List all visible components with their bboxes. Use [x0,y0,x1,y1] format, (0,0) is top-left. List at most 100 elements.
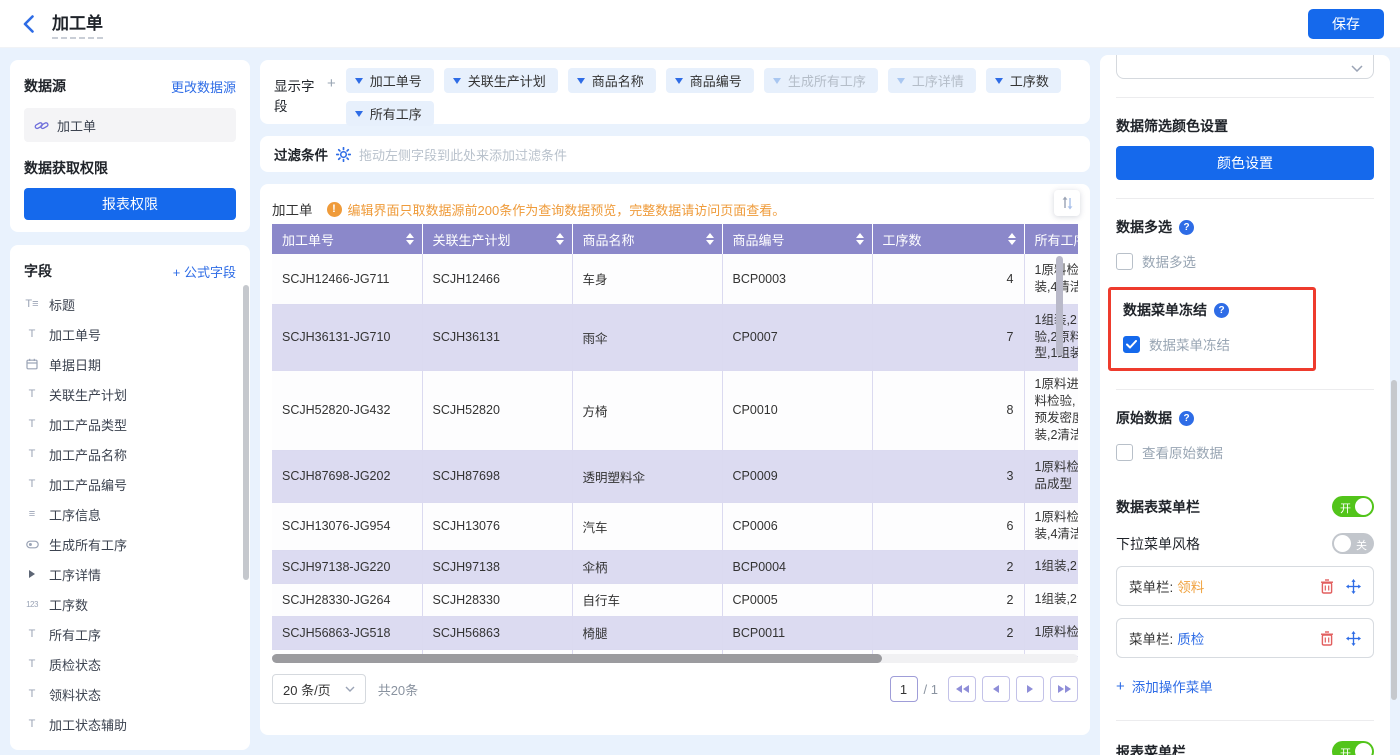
checkbox-label: 数据菜单冻结 [1149,334,1230,354]
add-action-menu-link[interactable]: + 添加操作菜单 [1116,676,1374,696]
col-header-label: 加工单号 [282,233,334,248]
report-permission-button[interactable]: 报表权限 [24,188,236,220]
col-header-plan[interactable]: 关联生产计划 [422,224,572,254]
question-icon[interactable]: ? [1179,220,1194,235]
color-setting-button[interactable]: 颜色设置 [1116,146,1374,180]
prev-page-button[interactable] [982,676,1010,702]
col-header-product[interactable]: 商品名称 [572,224,722,254]
page-title: 加工单 [52,9,103,39]
table-row[interactable]: SCJH13076-JG954SCJH13076汽车CP000661原料检 装,… [272,502,1078,550]
question-icon[interactable]: ? [1179,411,1194,426]
page-size-select[interactable]: 20 条/页 [272,674,366,704]
field-item-status-aux[interactable]: T加工状态辅助 [24,709,236,739]
chip-proc-detail[interactable]: 工序详情 [888,68,976,93]
field-item-product-type[interactable]: T加工产品类型 [24,409,236,439]
table-row[interactable]: SCJH87698-JG202SCJH87698透明塑料伞CP000931原料检… [272,450,1078,502]
sort-icon [1008,233,1016,245]
field-item-product-name[interactable]: T加工产品名称 [24,439,236,469]
gear-icon[interactable] [336,147,351,162]
col-header-order-no[interactable]: 加工单号 [272,224,422,254]
settings-scrollbar[interactable] [1391,380,1397,700]
next-page-button[interactable] [1016,676,1044,702]
chip-label: 工序数 [1010,71,1049,90]
field-label: 工序详情 [49,565,101,584]
field-item-proc-info[interactable]: ≡工序信息 [24,499,236,529]
warning-text: 编辑界面只取数据源前200条作为查询数据预览，完整数据请访问页面查看。 [348,200,786,219]
question-icon[interactable]: ? [1214,303,1229,318]
table-scroll-area[interactable]: 加工单号 关联生产计划 商品名称 商品编号 工序数 所有工序 SCJH12466… [272,224,1078,657]
toggle-on-label: 开 [1340,500,1351,516]
field-item-proc-count[interactable]: 123工序数 [24,589,236,619]
field-item-plan[interactable]: T关联生产计划 [24,379,236,409]
trash-icon[interactable] [1320,579,1334,594]
chip-order-no[interactable]: 加工单号 [346,68,434,93]
table-menubar-toggle[interactable]: 开 [1332,496,1374,517]
dropdown-style-title: 下拉菜单风格 [1116,534,1200,554]
freeze-checkbox-row[interactable]: 数据菜单冻结 [1123,334,1301,354]
col-header-count[interactable]: 工序数 [872,224,1024,254]
table-row[interactable]: SCJH36131-JG710SCJH36131雨伞CP000771组装,2 验… [272,304,1078,370]
field-label: 加工状态辅助 [49,715,127,734]
move-icon[interactable] [1346,579,1361,594]
chip-proc-count[interactable]: 工序数 [986,68,1061,93]
page-number-input[interactable]: 1 [890,676,918,702]
menu-item-value: 质检 [1177,628,1204,648]
field-item-proc-detail[interactable]: 工序详情 [24,559,236,589]
field-item-qc-status[interactable]: T质检状态 [24,649,236,679]
table-horizontal-scrollbar[interactable] [272,654,1078,663]
field-item-gen-all-proc[interactable]: 生成所有工序 [24,529,236,559]
last-page-button[interactable] [1050,676,1078,702]
dropdown-style-toggle[interactable]: 关 [1332,533,1374,554]
move-icon[interactable] [1346,631,1361,646]
checkbox-unchecked-icon[interactable] [1116,253,1133,270]
chip-label: 工序详情 [912,71,964,90]
chip-product-name[interactable]: 商品名称 [568,68,656,93]
table-row[interactable]: SCJH28330-JG264SCJH28330自行车CP000521组装,2 [272,583,1078,616]
multi-select-title: 数据多选 [1116,217,1172,237]
table-row[interactable]: SCJH12466-JG711SCJH12466车身BCP000341原料检 装… [272,254,1078,304]
page-total-label: / 1 [924,682,938,697]
back-button[interactable] [16,12,40,36]
table-row[interactable]: SCJH56863-JG518SCJH56863椅腿BCP001121原料检 [272,616,1078,649]
chip-gen-all-proc[interactable]: 生成所有工序 [764,68,878,93]
field-item-date[interactable]: 单据日期 [24,349,236,379]
field-item-order-no[interactable]: T加工单号 [24,319,236,349]
col-header-procedures[interactable]: 所有工序 [1024,224,1078,254]
datasource-title: 数据源 [24,76,66,96]
chip-plan[interactable]: 关联生产计划 [444,68,558,93]
text-icon: T [24,478,40,490]
sort-order-button[interactable] [1054,190,1080,216]
fields-scrollbar[interactable] [243,285,249,580]
table-row[interactable]: SCJH97138-JG220SCJH97138伞柄BCP000421组装,2 [272,550,1078,583]
field-item-material-status[interactable]: T领料状态 [24,679,236,709]
field-item-all-proc[interactable]: T所有工序 [24,619,236,649]
table-row[interactable]: SCJH52820-JG432SCJH52820方椅CP001081原料进 料检… [272,370,1078,450]
multi-select-checkbox-row[interactable]: 数据多选 [1116,251,1374,271]
settings-dropdown[interactable] [1116,55,1374,79]
field-label: 领料状态 [49,685,101,704]
trash-icon[interactable] [1320,631,1334,646]
freeze-title: 数据菜单冻结 [1123,300,1207,320]
menu-item-qc[interactable]: 菜单栏: 质检 [1116,618,1374,658]
checkbox-checked-icon[interactable] [1123,336,1140,353]
chip-all-proc[interactable]: 所有工序 [346,101,434,126]
col-header-code[interactable]: 商品编号 [722,224,872,254]
raw-data-checkbox-row[interactable]: 查看原始数据 [1116,442,1374,462]
table-vertical-scrollbar[interactable] [1056,256,1063,356]
double-left-icon [956,685,962,693]
add-field-button[interactable]: + [327,75,336,92]
field-label: 质检状态 [49,655,101,674]
checkbox-unchecked-icon[interactable] [1116,444,1133,461]
first-page-button[interactable] [948,676,976,702]
chip-product-code[interactable]: 商品编号 [666,68,754,93]
scrollbar-thumb[interactable] [272,654,882,663]
field-item-product-code[interactable]: T加工产品编号 [24,469,236,499]
datasource-item[interactable]: 加工单 [24,108,236,142]
save-button[interactable]: 保存 [1308,9,1384,39]
report-menubar-toggle[interactable]: 开 [1332,741,1374,755]
field-item-title[interactable]: T≡标题 [24,289,236,319]
menu-item-material[interactable]: 菜单栏: 领料 [1116,566,1374,606]
change-datasource-link[interactable]: 更改数据源 [171,77,236,96]
chip-label: 加工单号 [370,71,422,90]
formula-field-link[interactable]: + 公式字段 [173,262,236,281]
